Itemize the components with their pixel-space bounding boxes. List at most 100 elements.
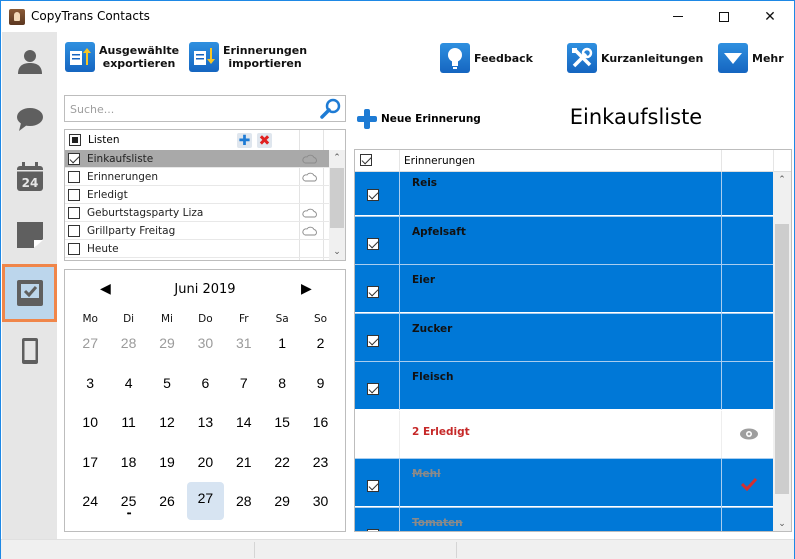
search-icon[interactable] [320,98,342,120]
calendar-day[interactable]: 6 [187,370,223,396]
scroll-up-icon[interactable]: ⌃ [773,172,791,188]
scroll-thumb[interactable] [330,168,344,228]
calendar-day[interactable]: 1 [264,330,300,356]
calendar-day[interactable]: 19 [149,449,185,475]
search-input[interactable] [70,100,310,118]
calendar-day[interactable]: 28 [110,330,146,356]
calendar-day[interactable]: 21 [226,449,262,475]
list-checkbox[interactable] [68,206,80,219]
calendar-day[interactable]: 30 [187,330,223,356]
more-button[interactable]: Mehr [718,43,784,73]
calendar-day[interactable]: 20 [187,449,223,475]
list-checkbox[interactable] [68,188,80,201]
calendar-day[interactable]: 9 [302,370,338,396]
calendar-day[interactable]: 10 [72,409,108,435]
calendar-day[interactable]: 12 [149,409,185,435]
new-reminder-button[interactable]: Neue Erinnerung [356,108,481,130]
calendar-day[interactable]: 18 [110,449,146,475]
reminder-checkbox[interactable] [367,189,379,201]
calendar-day-today[interactable]: 27 [187,482,224,520]
sidebar-item-reminders[interactable] [2,264,57,322]
calendar-day[interactable]: 5 [149,370,185,396]
day-number: 27 [197,490,214,506]
sidebar-item-device[interactable] [2,322,57,380]
reminder-checkbox[interactable] [367,334,379,347]
calendar-day[interactable]: 7 [226,370,262,396]
reminder-checkbox[interactable] [367,286,379,298]
calendar-day[interactable]: 26 [149,488,185,514]
status-bar [1,539,794,559]
reminders-table: Erinnerungen Reis Apfelsaft Eier Zucker Flei… [354,149,792,532]
completed-section-header[interactable]: 2 Erledigt [355,409,773,459]
reminder-checkbox[interactable] [367,383,379,395]
list-item[interactable]: Einkaufsliste [65,150,329,168]
list-checkbox[interactable] [68,152,80,165]
calendar-day[interactable]: 27 [72,330,108,356]
feedback-button[interactable]: Feedback [440,43,533,73]
close-button[interactable]: ✕ [747,1,793,32]
eye-icon[interactable] [739,427,759,441]
calendar-day[interactable]: 2 [302,330,338,356]
calendar-day[interactable]: 25 •• [110,488,146,518]
maximize-button[interactable] [701,1,747,32]
day-number: 20 [197,453,214,470]
list-item[interactable]: Erinnerungen [65,168,329,186]
calendar-day[interactable]: 28 [226,488,262,514]
export-label-line1: Ausgewählte [99,44,180,57]
reminder-row[interactable]: Eier [355,264,773,313]
calendar-day[interactable]: 24 [72,488,108,514]
reminder-row[interactable]: Fleisch [355,361,773,410]
calendar-day[interactable]: 16 [302,409,338,435]
reminder-checkbox[interactable] [367,237,379,250]
lists-scrollbar[interactable]: ⌃ ⌄ [329,150,345,260]
calendar-day[interactable]: 23 [302,449,338,475]
select-all-lists-checkbox[interactable] [69,134,81,146]
calendar-day[interactable]: 8 [264,370,300,396]
calendar-day[interactable]: 13 [187,409,223,435]
calendar-day[interactable]: 14 [226,409,262,435]
delete-list-button[interactable]: ✖ [257,133,272,149]
scroll-down-icon[interactable]: ⌄ [773,516,791,531]
select-all-reminders-checkbox[interactable] [360,154,372,166]
add-list-button[interactable]: ✚ [237,133,252,149]
reminder-row[interactable]: Tomaten [355,506,773,531]
sidebar-item-notes[interactable] [2,206,57,264]
reminder-checkbox[interactable] [367,480,379,492]
quick-guides-button[interactable]: Kurzanleitungen [567,43,703,73]
calendar-day[interactable]: 29 [149,330,185,356]
calendar-day[interactable]: 30 [302,488,338,514]
calendar-day[interactable]: 15 [264,409,300,435]
list-checkbox[interactable] [68,170,80,183]
reminder-row[interactable]: Reis [355,172,773,216]
sidebar-item-messages[interactable] [2,90,57,148]
sidebar-item-contacts[interactable] [2,32,57,90]
reminders-scrollbar[interactable]: ⌃ ⌄ [773,172,791,531]
calendar-day[interactable]: 29 [264,488,300,514]
list-item[interactable]: Geburtstagsparty Liza [65,204,329,222]
cloud-icon [302,172,317,182]
export-selected-button[interactable]: Ausgewählte exportieren [65,42,179,72]
calendar-day[interactable]: 22 [264,449,300,475]
calendar-day[interactable]: 11 [110,409,146,435]
sidebar-item-calendars[interactable]: 24 [2,148,57,206]
reminder-checkbox[interactable] [367,528,379,531]
calendar-day[interactable]: 17 [72,449,108,475]
reminder-row[interactable]: Zucker [355,312,773,362]
list-checkbox[interactable] [68,224,80,237]
minimize-button[interactable] [655,1,701,32]
reminder-row[interactable]: Apfelsaft [355,215,773,265]
calendar-day[interactable]: 3 [72,370,108,396]
scroll-up-icon[interactable]: ⌃ [329,150,345,166]
next-month-button[interactable]: ▶ [301,281,312,297]
list-item[interactable]: Erledigt [65,186,329,204]
list-item[interactable]: Heute [65,240,329,258]
day-number: 30 [312,493,329,509]
calendar-day[interactable]: 4 [110,370,146,396]
scroll-thumb[interactable] [775,224,789,494]
list-checkbox[interactable] [68,242,80,255]
scroll-down-icon[interactable]: ⌄ [329,244,345,260]
calendar-day[interactable]: 31 [226,330,262,356]
reminder-row[interactable]: Mehl [355,458,773,507]
import-reminders-button[interactable]: Erinnerungen importieren [189,42,307,72]
list-item[interactable]: Grillparty Freitag [65,222,329,240]
